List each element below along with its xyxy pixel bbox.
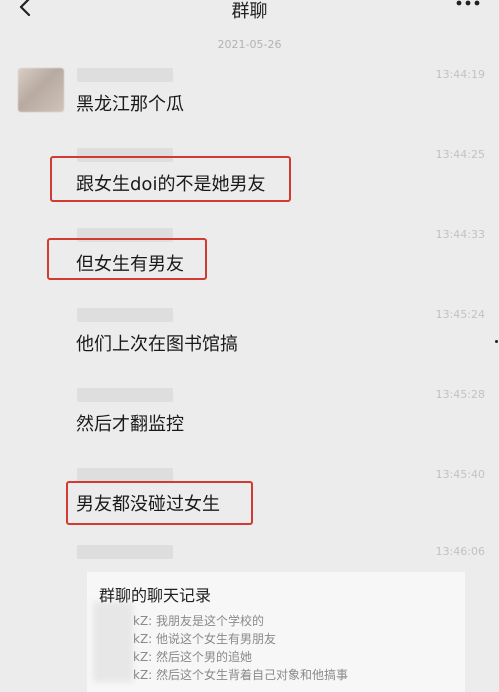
highlight-box (47, 238, 207, 280)
message-time: 13:44:19 (435, 68, 485, 81)
record-title: 群聊的聊天记录 (99, 586, 212, 605)
chat-header: 群聊 (0, 0, 499, 24)
sender-name-blurred (77, 545, 173, 559)
message-item: 13:45:28 然后才翻监控 (0, 388, 499, 468)
highlight-box (50, 156, 291, 202)
message-text: 黑龙江那个瓜 (76, 94, 184, 115)
scroll-indicator (495, 340, 498, 343)
highlight-box (66, 481, 253, 525)
sender-name-blurred (77, 388, 173, 402)
record-line: kZ: 他说这个女生有男朋友 (133, 632, 277, 646)
record-sender-blurred (93, 602, 133, 682)
message-text: 然后才翻监控 (76, 414, 184, 435)
record-line: kZ: 然后这个女生背着自己对象和他搞事 (133, 668, 349, 682)
date-divider: 2021-05-26 (217, 38, 282, 51)
message-time: 13:44:25 (435, 148, 485, 161)
message-item: 13:45:24 他们上次在图书馆搞 (0, 308, 499, 388)
more-dots-icon[interactable] (455, 0, 481, 8)
record-line: kZ: 我朋友是这个学校的 (133, 614, 265, 628)
message-time: 13:45:28 (435, 388, 485, 401)
sender-name-blurred (77, 68, 173, 82)
message-time: 13:45:24 (435, 308, 485, 321)
message-time: 13:46:06 (435, 545, 485, 558)
message-time: 13:44:33 (435, 228, 485, 241)
chat-record-card[interactable]: 群聊的聊天记录 kZ: 我朋友是这个学校的 kZ: 他说这个女生有男朋友 kZ:… (87, 572, 465, 692)
message-item: 13:44:19 黑龙江那个瓜 (0, 68, 499, 148)
sender-name-blurred (77, 468, 173, 482)
message-time: 13:45:40 (435, 468, 485, 481)
sender-name-blurred (77, 308, 173, 322)
message-text: 他们上次在图书馆搞 (76, 334, 238, 355)
chat-title: 群聊 (231, 1, 268, 22)
record-line: kZ: 然后这个男的追她 (133, 650, 253, 664)
